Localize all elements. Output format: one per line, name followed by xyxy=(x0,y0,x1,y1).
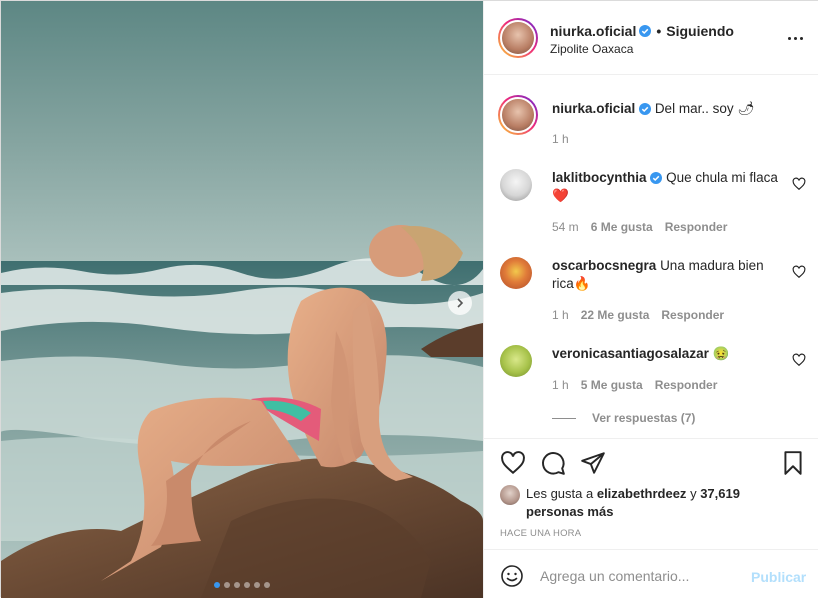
post-side-panel: niurka.oficial • Siguiendo Zipolite Oaxa… xyxy=(483,1,818,598)
author-avatar[interactable] xyxy=(498,18,538,58)
post-timestamp[interactable]: HACE UNA HORA xyxy=(500,528,581,539)
publish-button[interactable]: Publicar xyxy=(751,569,806,585)
caption-time[interactable]: 1 h xyxy=(552,132,569,146)
carousel-dot xyxy=(254,582,260,588)
author-username-row: niurka.oficial • Siguiendo xyxy=(550,23,734,39)
share-paper-plane-icon[interactable] xyxy=(580,450,606,476)
comment-meta: 1 h 5 Me gusta Responder xyxy=(552,378,717,392)
like-comment-heart-icon[interactable] xyxy=(792,177,806,191)
reply-button[interactable]: Responder xyxy=(655,378,718,392)
caption-text: Del mar.. soy 🌶 xyxy=(654,101,755,116)
add-comment-bar: Publicar xyxy=(484,549,818,598)
comment-time[interactable]: 54 m xyxy=(552,220,579,234)
comment-text-row: laklitbocynthia Que chula mi flaca❤️ xyxy=(552,169,778,205)
post-photo[interactable] xyxy=(1,1,483,598)
liker-avatar[interactable] xyxy=(500,485,520,505)
likes-conjunction: y xyxy=(690,486,697,501)
like-comment-heart-icon[interactable] xyxy=(792,353,806,367)
post-actions: Les gusta a elizabethrdeez y 37,619 pers… xyxy=(484,438,818,548)
caption-text-row: niurka.oficial Del mar.. soy 🌶 xyxy=(552,100,778,118)
carousel-dot xyxy=(214,582,220,588)
liker-username[interactable]: elizabethrdeez xyxy=(597,486,687,501)
comment-input[interactable] xyxy=(540,564,736,588)
comment-username[interactable]: oscarbocsnegra xyxy=(552,258,656,273)
carousel-dot xyxy=(264,582,270,588)
more-options-button[interactable] xyxy=(784,29,806,47)
post-header: niurka.oficial • Siguiendo Zipolite Oaxa… xyxy=(484,1,818,75)
verified-badge-icon xyxy=(639,25,652,37)
comment-meta: 1 h 22 Me gusta Responder xyxy=(552,308,724,322)
replies-divider-line xyxy=(552,417,576,419)
comment-bubble-icon[interactable] xyxy=(540,450,566,476)
comment-avatar[interactable] xyxy=(500,257,532,289)
carousel-dots xyxy=(1,582,483,588)
save-bookmark-icon[interactable] xyxy=(780,450,806,476)
comment-text-row: veronicasantiagosalazar 🤢 xyxy=(552,345,792,363)
more-dots-icon xyxy=(787,36,791,40)
post-modal: niurka.oficial • Siguiendo Zipolite Oaxa… xyxy=(0,0,818,598)
view-replies-label: Ver respuestas (7) xyxy=(592,411,696,425)
comment-username[interactable]: laklitbocynthia xyxy=(552,170,647,185)
reply-button[interactable]: Responder xyxy=(661,308,724,322)
carousel-dot xyxy=(224,582,230,588)
comments-section: niurka.oficial Del mar.. soy 🌶 1 h lakli… xyxy=(484,76,818,438)
verified-badge-icon xyxy=(639,103,652,116)
next-photo-button[interactable] xyxy=(448,291,472,315)
comment-time[interactable]: 1 h xyxy=(552,308,569,322)
caption-meta: 1 h xyxy=(552,132,569,146)
like-comment-heart-icon[interactable] xyxy=(792,265,806,279)
view-replies-button[interactable]: Ver respuestas (7) xyxy=(552,411,695,425)
comment-meta: 54 m 6 Me gusta Responder xyxy=(552,220,727,234)
comment-likes[interactable]: 22 Me gusta xyxy=(581,308,650,322)
author-username[interactable]: niurka.oficial xyxy=(550,23,636,39)
verified-badge-icon xyxy=(650,172,663,185)
carousel-dot xyxy=(244,582,250,588)
carousel-dot xyxy=(234,582,240,588)
comment-likes[interactable]: 6 Me gusta xyxy=(591,220,653,234)
comment-username[interactable]: veronicasantiagosalazar xyxy=(552,346,709,361)
comment-likes[interactable]: 5 Me gusta xyxy=(581,378,643,392)
comment-text: 🤢 xyxy=(712,346,730,361)
caption-username[interactable]: niurka.oficial xyxy=(552,101,635,116)
likes-prefix: Les gusta a xyxy=(526,486,594,501)
like-heart-icon[interactable] xyxy=(500,450,526,476)
likes-text: Les gusta a elizabethrdeez y 37,619 pers… xyxy=(500,485,800,521)
following-button[interactable]: Siguiendo xyxy=(666,23,734,39)
comment-text-row: oscarbocsnegra Una madura bien rica🔥 xyxy=(552,257,778,293)
likes-summary: Les gusta a elizabethrdeez y 37,619 pers… xyxy=(500,485,800,521)
chevron-right-icon xyxy=(457,298,464,308)
comment-avatar[interactable] xyxy=(500,345,532,377)
reply-button[interactable]: Responder xyxy=(665,220,728,234)
beach-photo-image xyxy=(1,1,483,598)
emoji-smiley-icon[interactable] xyxy=(500,564,524,588)
comment-time[interactable]: 1 h xyxy=(552,378,569,392)
caption-avatar[interactable] xyxy=(498,95,538,135)
comment-avatar[interactable] xyxy=(500,169,532,201)
separator-dot: • xyxy=(656,23,662,39)
post-location[interactable]: Zipolite Oaxaca xyxy=(550,42,633,56)
